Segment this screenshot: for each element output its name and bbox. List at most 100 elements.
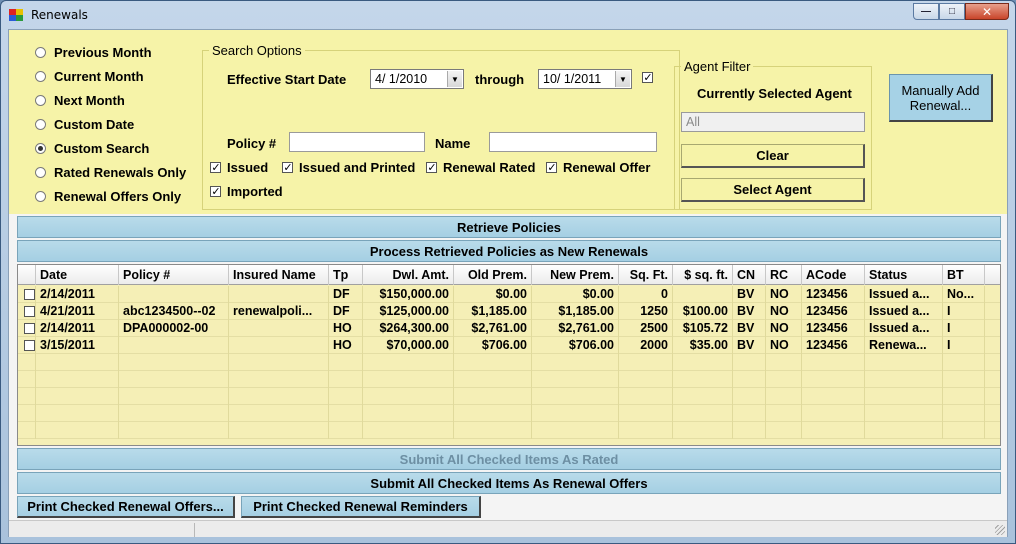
checkbox-icon[interactable] (210, 162, 221, 173)
row-selector-cell (18, 354, 36, 371)
column-header[interactable]: Dwl. Amt. (363, 265, 454, 285)
column-header[interactable]: Tp (329, 265, 363, 285)
filter-imported-checkbox[interactable]: Imported (210, 184, 283, 199)
date-option-custom-search[interactable]: Custom Search (35, 136, 186, 160)
table-cell: $125,000.00 (363, 303, 454, 320)
column-header[interactable]: Old Prem. (454, 265, 532, 285)
row-checkbox[interactable] (24, 289, 35, 300)
radio-icon[interactable] (35, 94, 46, 106)
chevron-down-icon[interactable]: ▼ (447, 71, 462, 87)
date-option-current-month[interactable]: Current Month (35, 64, 186, 88)
start-date-picker[interactable]: 4/ 1/2010 ▼ (370, 69, 464, 89)
row-checkbox[interactable] (24, 306, 35, 317)
table-cell: 2/14/2011 (36, 286, 119, 303)
close-icon[interactable]: ✕ (965, 3, 1009, 20)
column-header[interactable]: ACode (802, 265, 865, 285)
minimize-icon[interactable]: — (913, 3, 939, 20)
radio-icon[interactable] (35, 118, 46, 130)
date-option-rated-renewals-only[interactable]: Rated Renewals Only (35, 160, 186, 184)
column-header[interactable]: Policy # (119, 265, 229, 285)
date-option-renewal-offers-only[interactable]: Renewal Offers Only (35, 184, 186, 208)
checkbox-icon[interactable] (426, 162, 437, 173)
maximize-icon[interactable]: □ (939, 3, 965, 20)
title-bar[interactable]: Renewals — □ ✕ (1, 1, 1015, 29)
select-agent-button[interactable]: Select Agent (681, 178, 865, 202)
date-option-custom-date[interactable]: Custom Date (35, 112, 186, 136)
policies-grid[interactable]: Date Policy # Insured Name Tp Dwl. Amt. Old P… (17, 264, 1001, 446)
table-cell: $2,761.00 (532, 320, 619, 337)
checkbox-icon[interactable] (282, 162, 293, 173)
process-renewals-button[interactable]: Process Retrieved Policies as New Renewa… (17, 240, 1001, 262)
table-row[interactable]: 2/14/2011 DF $150,000.00 $0.00 $0.00 0 BV NO 123… (18, 286, 1000, 303)
name-input[interactable] (489, 132, 657, 152)
table-cell: I (943, 320, 985, 337)
table-cell: $150,000.00 (363, 286, 454, 303)
table-cell: Issued a... (865, 286, 943, 303)
filter-issued-checkbox[interactable]: Issued (210, 160, 268, 175)
date-option-label: Renewal Offers Only (54, 188, 182, 204)
column-header[interactable]: RC (766, 265, 802, 285)
checkbox-icon[interactable] (210, 186, 221, 197)
radio-icon[interactable] (35, 190, 46, 202)
table-cell (454, 354, 532, 371)
name-label: Name (435, 136, 471, 151)
table-cell (766, 371, 802, 388)
retrieve-policies-button[interactable]: Retrieve Policies (17, 216, 1001, 238)
table-cell (802, 405, 865, 422)
column-header[interactable]: Sq. Ft. (619, 265, 673, 285)
table-cell: DF (329, 303, 363, 320)
radio-icon[interactable] (35, 70, 46, 82)
table-cell: NO (766, 320, 802, 337)
table-cell (802, 371, 865, 388)
end-date-enabled-checkbox[interactable] (642, 72, 659, 83)
radio-icon[interactable] (35, 142, 46, 154)
table-cell: 2/14/2011 (36, 320, 119, 337)
row-checkbox[interactable] (24, 340, 35, 351)
table-cell: Renewa... (865, 337, 943, 354)
print-reminders-button[interactable]: Print Checked Renewal Reminders (241, 496, 481, 518)
date-option-next-month[interactable]: Next Month (35, 88, 186, 112)
table-cell (673, 422, 733, 439)
table-cell (229, 405, 329, 422)
policy-number-input[interactable] (289, 132, 425, 152)
checkbox-icon[interactable] (642, 72, 653, 83)
column-header[interactable]: Insured Name (229, 265, 329, 285)
filter-renewal-offer-checkbox[interactable]: Renewal Offer (546, 160, 650, 175)
date-option-label: Custom Search (54, 140, 150, 156)
table-cell (229, 371, 329, 388)
date-option-previous-month[interactable]: Previous Month (35, 40, 186, 64)
column-header[interactable]: Date (36, 265, 119, 285)
table-cell (673, 371, 733, 388)
policy-number-label: Policy # (227, 136, 277, 151)
table-row[interactable]: 4/21/2011 abc1234500--02 renewalpoli... DF $… (18, 303, 1000, 320)
grid-header: Date Policy # Insured Name Tp Dwl. Amt. Old P… (18, 265, 1000, 285)
filter-issued-and-printed-checkbox[interactable]: Issued and Printed (282, 160, 415, 175)
filter-renewal-rated-checkbox[interactable]: Renewal Rated (426, 160, 535, 175)
submit-rated-button[interactable]: Submit All Checked Items As Rated (17, 448, 1001, 470)
clear-agent-button[interactable]: Clear (681, 144, 865, 168)
radio-icon[interactable] (35, 46, 46, 58)
resize-grip-icon[interactable] (995, 525, 1005, 535)
print-offers-button[interactable]: Print Checked Renewal Offers... (17, 496, 235, 518)
row-checkbox[interactable] (24, 323, 35, 334)
column-header[interactable]: BT (943, 265, 985, 285)
table-cell: DF (329, 286, 363, 303)
table-row[interactable]: 3/15/2011 HO $70,000.00 $706.00 $706.00 2000 $… (18, 337, 1000, 354)
table-cell (36, 371, 119, 388)
radio-icon[interactable] (35, 166, 46, 178)
search-options-legend: Search Options (209, 43, 305, 58)
column-header[interactable]: New Prem. (532, 265, 619, 285)
table-cell: I (943, 303, 985, 320)
table-cell: $706.00 (454, 337, 532, 354)
submit-offers-button[interactable]: Submit All Checked Items As Renewal Offe… (17, 472, 1001, 494)
table-cell (532, 371, 619, 388)
end-date-picker[interactable]: 10/ 1/2011 ▼ (538, 69, 632, 89)
manually-add-renewal-button[interactable]: Manually Add Renewal... (889, 74, 993, 122)
column-header[interactable]: $ sq. ft. (673, 265, 733, 285)
table-cell (802, 388, 865, 405)
column-header[interactable]: Status (865, 265, 943, 285)
chevron-down-icon[interactable]: ▼ (615, 71, 630, 87)
table-row[interactable]: 2/14/2011 DPA000002-00 HO $264,300.00 $2,761… (18, 320, 1000, 337)
checkbox-icon[interactable] (546, 162, 557, 173)
column-header[interactable]: CN (733, 265, 766, 285)
